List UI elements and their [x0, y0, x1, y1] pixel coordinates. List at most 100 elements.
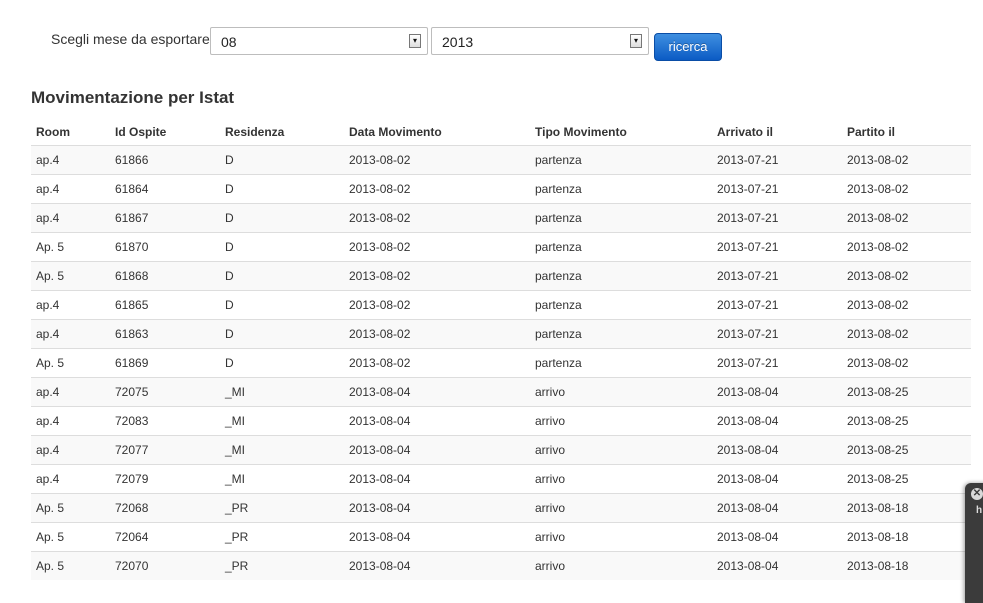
cell-room: Ap. 5	[31, 261, 110, 291]
cell-partito-il: 2013-08-25	[842, 464, 971, 494]
cell-id-ospite: 72083	[110, 406, 220, 436]
table-row: Ap. 5 72070 _PR 2013-08-04 arrivo 2013-08-04 2…	[31, 551, 971, 580]
cell-room: ap.4	[31, 203, 110, 233]
cell-room: ap.4	[31, 464, 110, 494]
table-row: ap.4 61863 D 2013-08-02 partenza 2013-07-21 20…	[31, 319, 971, 349]
cell-id-ospite: 72079	[110, 464, 220, 494]
month-select[interactable]: 08 ▾	[210, 27, 428, 55]
cell-residenza: _MI	[220, 377, 344, 407]
cell-data-movimento: 2013-08-02	[344, 203, 530, 233]
cell-room: Ap. 5	[31, 551, 110, 580]
column-header-room: Room	[31, 118, 110, 146]
column-header-partito-il: Partito il	[842, 118, 971, 146]
cell-arrivato-il: 2013-07-21	[712, 203, 842, 233]
cell-tipo-movimento: arrivo	[530, 522, 712, 552]
cell-id-ospite: 61865	[110, 290, 220, 320]
cell-room: Ap. 5	[31, 232, 110, 262]
dropdown-arrow-icon[interactable]: ▾	[630, 34, 642, 48]
cell-data-movimento: 2013-08-02	[344, 348, 530, 378]
table-row: Ap. 5 72064 _PR 2013-08-04 arrivo 2013-08-04 2…	[31, 522, 971, 552]
cell-arrivato-il: 2013-08-04	[712, 493, 842, 523]
table-row: ap.4 61865 D 2013-08-02 partenza 2013-07-21 20…	[31, 290, 971, 320]
table-row: ap.4 61866 D 2013-08-02 partenza 2013-07-21 20…	[31, 145, 971, 175]
cell-room: ap.4	[31, 145, 110, 175]
cell-data-movimento: 2013-08-02	[344, 145, 530, 175]
cell-arrivato-il: 2013-08-04	[712, 435, 842, 465]
export-month-label: Scegli mese da esportare	[51, 31, 210, 47]
cell-tipo-movimento: arrivo	[530, 493, 712, 523]
cell-residenza: _PR	[220, 551, 344, 580]
cell-room: ap.4	[31, 319, 110, 349]
cell-room: ap.4	[31, 406, 110, 436]
cell-tipo-movimento: partenza	[530, 290, 712, 320]
cell-residenza: D	[220, 203, 344, 233]
cell-tipo-movimento: partenza	[530, 145, 712, 175]
close-icon[interactable]: ✕	[971, 488, 983, 500]
dropdown-arrow-icon[interactable]: ▾	[409, 34, 421, 48]
cell-id-ospite: 72064	[110, 522, 220, 552]
cell-tipo-movimento: arrivo	[530, 435, 712, 465]
cell-id-ospite: 72070	[110, 551, 220, 580]
cell-residenza: D	[220, 145, 344, 175]
cell-residenza: _MI	[220, 406, 344, 436]
cell-room: Ap. 5	[31, 348, 110, 378]
cell-id-ospite: 61863	[110, 319, 220, 349]
column-header-id-ospite: Id Ospite	[110, 118, 220, 146]
cell-partito-il: 2013-08-18	[842, 551, 971, 580]
cell-residenza: _PR	[220, 522, 344, 552]
cell-arrivato-il: 2013-07-21	[712, 174, 842, 204]
cell-residenza: D	[220, 261, 344, 291]
cell-tipo-movimento: partenza	[530, 174, 712, 204]
cell-id-ospite: 61866	[110, 145, 220, 175]
cell-data-movimento: 2013-08-02	[344, 232, 530, 262]
cell-partito-il: 2013-08-02	[842, 261, 971, 291]
month-select-value: 08	[221, 34, 237, 50]
cell-arrivato-il: 2013-07-21	[712, 290, 842, 320]
column-header-data-movimento: Data Movimento	[344, 118, 530, 146]
cell-partito-il: 2013-08-18	[842, 493, 971, 523]
cell-partito-il: 2013-08-25	[842, 406, 971, 436]
cell-id-ospite: 61867	[110, 203, 220, 233]
table-row: ap.4 72077 _MI 2013-08-04 arrivo 2013-08-04 20…	[31, 435, 971, 465]
cell-partito-il: 2013-08-02	[842, 290, 971, 320]
cell-data-movimento: 2013-08-04	[344, 551, 530, 580]
cell-arrivato-il: 2013-07-21	[712, 348, 842, 378]
cell-data-movimento: 2013-08-04	[344, 493, 530, 523]
cell-tipo-movimento: partenza	[530, 319, 712, 349]
cell-data-movimento: 2013-08-04	[344, 435, 530, 465]
cell-partito-il: 2013-08-02	[842, 319, 971, 349]
cell-id-ospite: 61868	[110, 261, 220, 291]
table-header-row: Room Id Ospite Residenza Data Movimento Tipo…	[31, 118, 971, 146]
search-button[interactable]: ricerca	[654, 33, 722, 61]
table-row: Ap. 5 61869 D 2013-08-02 partenza 2013-07-21 2…	[31, 348, 971, 378]
cell-residenza: _MI	[220, 435, 344, 465]
cell-arrivato-il: 2013-07-21	[712, 261, 842, 291]
cell-id-ospite: 61869	[110, 348, 220, 378]
notification-popup: ✕ h	[965, 483, 983, 603]
cell-data-movimento: 2013-08-04	[344, 377, 530, 407]
cell-arrivato-il: 2013-07-21	[712, 319, 842, 349]
cell-room: ap.4	[31, 174, 110, 204]
cell-partito-il: 2013-08-02	[842, 203, 971, 233]
cell-tipo-movimento: partenza	[530, 348, 712, 378]
table-row: ap.4 61864 D 2013-08-02 partenza 2013-07-21 20…	[31, 174, 971, 204]
cell-tipo-movimento: arrivo	[530, 377, 712, 407]
cell-data-movimento: 2013-08-02	[344, 261, 530, 291]
page-title: Movimentazione per Istat	[31, 88, 235, 107]
cell-arrivato-il: 2013-07-21	[712, 232, 842, 262]
cell-partito-il: 2013-08-18	[842, 522, 971, 552]
cell-id-ospite: 61864	[110, 174, 220, 204]
cell-data-movimento: 2013-08-02	[344, 174, 530, 204]
cell-arrivato-il: 2013-08-04	[712, 377, 842, 407]
cell-room: Ap. 5	[31, 493, 110, 523]
year-select[interactable]: 2013 ▾	[431, 27, 649, 55]
cell-tipo-movimento: partenza	[530, 261, 712, 291]
cell-room: ap.4	[31, 290, 110, 320]
cell-partito-il: 2013-08-02	[842, 348, 971, 378]
cell-tipo-movimento: partenza	[530, 203, 712, 233]
cell-data-movimento: 2013-08-04	[344, 406, 530, 436]
year-select-value: 2013	[442, 34, 474, 50]
cell-data-movimento: 2013-08-02	[344, 290, 530, 320]
cell-arrivato-il: 2013-08-04	[712, 551, 842, 580]
cell-arrivato-il: 2013-08-04	[712, 406, 842, 436]
